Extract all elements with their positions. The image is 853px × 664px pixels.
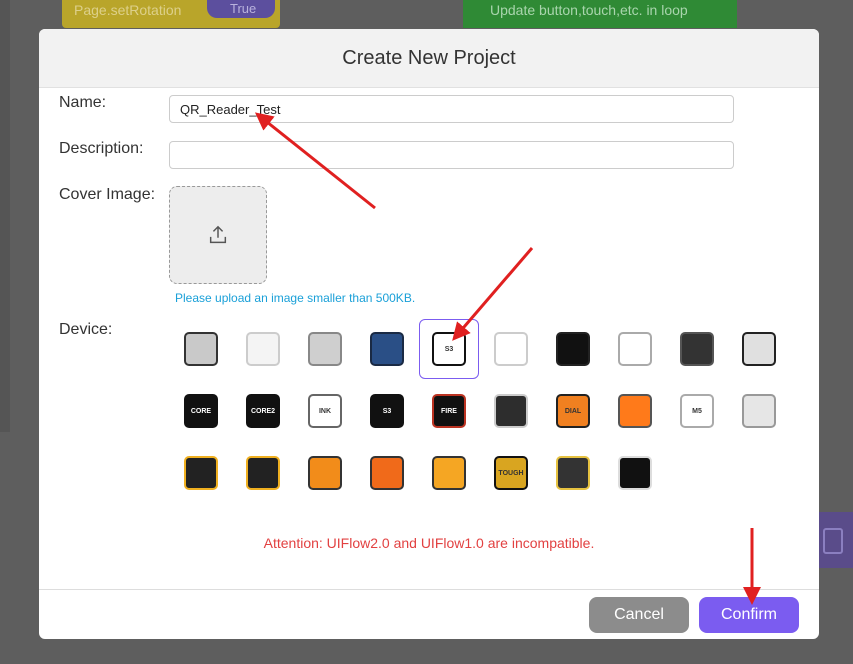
dialog-title: Create New Project — [342, 46, 516, 69]
device-22-image — [246, 456, 280, 490]
device-1[interactable] — [171, 319, 231, 379]
cancel-button[interactable]: Cancel — [589, 597, 689, 633]
device-dial-label: DIAL — [564, 407, 582, 415]
description-input[interactable] — [169, 141, 734, 169]
device-4-image — [370, 332, 404, 366]
device-9-image — [680, 332, 714, 366]
background-block-right-text: Update button,touch,etc. in loop — [490, 2, 688, 18]
device-16[interactable] — [481, 381, 541, 441]
attention-message: Attention: UIFlow2.0 and UIFlow1.0 are i… — [263, 535, 595, 551]
device-dial[interactable]: DIAL — [543, 381, 603, 441]
device-fire-label: FIRE — [441, 407, 457, 415]
device-tough-image: TOUGH — [494, 456, 528, 490]
device-3[interactable] — [295, 319, 355, 379]
cover-image-label: Cover Image: — [59, 186, 156, 203]
device-24[interactable] — [357, 443, 417, 503]
device-cores3[interactable]: S3 — [357, 381, 417, 441]
device-10-image — [742, 332, 776, 366]
description-label: Description: — [59, 140, 144, 157]
device-28-image — [618, 456, 652, 490]
device-10[interactable] — [729, 319, 789, 379]
device-28[interactable] — [605, 443, 665, 503]
device-dial-image: DIAL — [556, 394, 590, 428]
upload-icon — [209, 225, 227, 244]
device-18-image — [618, 394, 652, 428]
device-m5paper-image: M5 — [680, 394, 714, 428]
device-fire[interactable]: FIRE — [419, 381, 479, 441]
device-25[interactable] — [419, 443, 479, 503]
device-20[interactable] — [729, 381, 789, 441]
device-core-image: CORE — [184, 394, 218, 428]
device-16-image — [494, 394, 528, 428]
confirm-button[interactable]: Confirm — [699, 597, 799, 633]
name-label: Name: — [59, 94, 107, 111]
device-tough[interactable]: TOUGH — [481, 443, 541, 503]
device-1-image — [184, 332, 218, 366]
device-label: Device: — [59, 321, 113, 338]
device-6[interactable] — [481, 319, 541, 379]
device-18[interactable] — [605, 381, 665, 441]
device-25-image — [432, 456, 466, 490]
device-atoms3-label: S3 — [444, 345, 454, 353]
device-coreink-label: INK — [318, 407, 332, 415]
device-7[interactable] — [543, 319, 603, 379]
device-icon — [823, 528, 843, 554]
device-tough-label: TOUGH — [498, 469, 524, 477]
create-project-dialog: Create New Project Name: Description: Co… — [39, 29, 819, 639]
device-21[interactable] — [171, 443, 231, 503]
device-coreink-image: INK — [308, 394, 342, 428]
device-atoms3[interactable]: S3 — [419, 319, 479, 379]
device-20-image — [742, 394, 776, 428]
device-9[interactable] — [667, 319, 727, 379]
device-core-label: CORE — [190, 407, 212, 415]
device-4[interactable] — [357, 319, 417, 379]
device-m5paper-label: M5 — [692, 407, 702, 415]
device-core2[interactable]: CORE2 — [233, 381, 293, 441]
device-23-image — [308, 456, 342, 490]
device-23[interactable] — [295, 443, 355, 503]
cover-image-upload[interactable] — [169, 186, 267, 284]
device-core[interactable]: CORE — [171, 381, 231, 441]
device-7-image — [556, 332, 590, 366]
background-panel — [0, 0, 10, 432]
device-6-image — [494, 332, 528, 366]
device-22[interactable] — [233, 443, 293, 503]
dialog-header: Create New Project — [39, 29, 819, 88]
device-27[interactable] — [543, 443, 603, 503]
device-m5paper[interactable]: M5 — [667, 381, 727, 441]
dialog-footer: Cancel Confirm — [39, 589, 819, 639]
background-block-pill-text: True — [230, 1, 257, 16]
cover-image-hint: Please upload an image smaller than 500K… — [175, 291, 416, 305]
device-cores3-image: S3 — [370, 394, 404, 428]
device-core2-label: CORE2 — [250, 407, 276, 415]
device-8-image — [618, 332, 652, 366]
device-core2-image: CORE2 — [246, 394, 280, 428]
background-block-left-text: Page.setRotation — [74, 2, 182, 18]
device-2[interactable] — [233, 319, 293, 379]
name-input[interactable] — [169, 95, 734, 123]
device-atoms3-image: S3 — [432, 332, 466, 366]
device-27-image — [556, 456, 590, 490]
device-24-image — [370, 456, 404, 490]
device-coreink[interactable]: INK — [295, 381, 355, 441]
device-fire-image: FIRE — [432, 394, 466, 428]
device-cores3-label: S3 — [382, 407, 392, 415]
device-21-image — [184, 456, 218, 490]
device-2-image — [246, 332, 280, 366]
device-8[interactable] — [605, 319, 665, 379]
device-3-image — [308, 332, 342, 366]
